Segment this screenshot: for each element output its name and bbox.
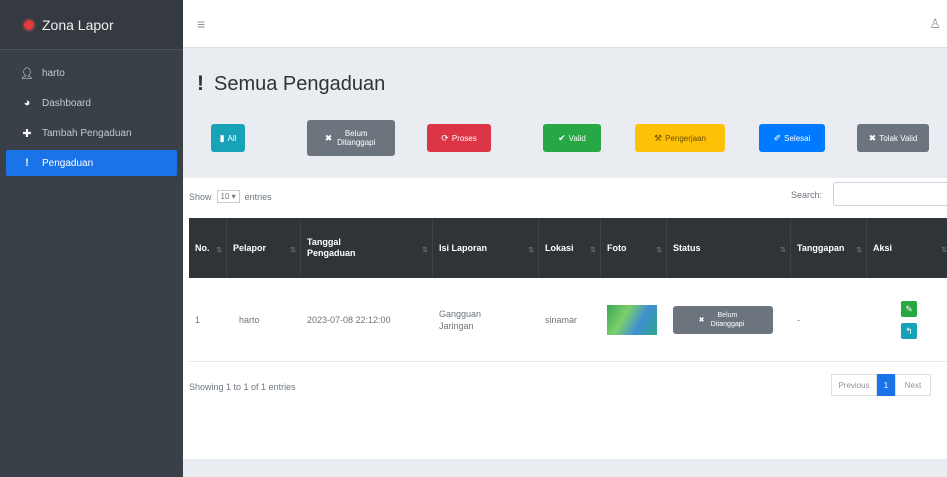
main-content: ! Semua Pengaduan ▮ All ✖ Belum Ditangga…: [183, 48, 947, 477]
sidebar-item-pengaduan[interactable]: ! Pengaduan: [6, 150, 177, 176]
cell-isi-laporan: Gangguan Jaringan: [439, 309, 482, 331]
column-header-tanggapan[interactable]: Tanggapan ⇅: [791, 218, 867, 278]
sidebar-item-user[interactable]: 👤︎ harto: [6, 60, 177, 86]
cell-status: ✖ Belum Ditanggapi: [667, 278, 791, 362]
page-title-text: Semua Pengaduan: [214, 72, 386, 95]
brand[interactable]: Zona Lapor: [0, 0, 183, 50]
pagination: Previous 1 Next: [831, 374, 931, 396]
sidebar-nav: 👤︎ harto ◕ Dashboard ✚ Tambah Pengaduan …: [0, 50, 183, 176]
column-header-aksi[interactable]: Aksi ⇅: [867, 218, 947, 278]
menu-toggle-icon[interactable]: ≡: [197, 16, 205, 32]
status-badge: ✖ Belum Ditanggapi: [673, 306, 773, 334]
exclamation-icon: !: [197, 72, 204, 95]
column-header-lokasi[interactable]: Lokasi ⇅: [539, 218, 601, 278]
pencil-icon: ✐: [773, 132, 782, 143]
table-info: Showing 1 to 1 of 1 entries: [189, 382, 296, 392]
user-menu-icon[interactable]: ♙: [929, 16, 941, 32]
cell-tanggal: 2023-07-08 22:12:00: [307, 315, 391, 325]
filter-tolak-valid-button[interactable]: ✖ Tolak Valid: [857, 124, 929, 152]
filter-belum-ditanggapi-button[interactable]: ✖ Belum Ditanggapi: [307, 120, 395, 156]
search-input[interactable]: [833, 182, 947, 206]
sidebar-item-label: Dashboard: [42, 97, 91, 109]
plus-icon: ✚: [22, 127, 32, 140]
sidebar-item-label: Pengaduan: [42, 157, 94, 169]
cell-no: 1: [195, 315, 201, 325]
pagination-next-button[interactable]: Next: [895, 374, 931, 396]
page-title: ! Semua Pengaduan: [197, 72, 385, 96]
reply-button[interactable]: ↰: [901, 323, 917, 339]
dashboard-icon: ◕: [23, 97, 31, 109]
exclamation-icon: !: [25, 157, 29, 169]
show-entries: Show 10 ▾ entries: [189, 190, 272, 203]
pagination-previous-button[interactable]: Previous: [831, 374, 877, 396]
column-header-foto[interactable]: Foto ⇅: [601, 218, 667, 278]
column-header-status[interactable]: Status ⇅: [667, 218, 791, 278]
sidebar-item-dashboard[interactable]: ◕ Dashboard: [6, 90, 177, 116]
search-label: Search:: [791, 190, 823, 200]
edit-button[interactable]: ✎: [901, 301, 917, 317]
column-header-isi-laporan[interactable]: Isi Laporan ⇅: [433, 218, 539, 278]
sidebar: Zona Lapor 👤︎ harto ◕ Dashboard ✚ Tambah…: [0, 0, 183, 477]
column-header-tanggal[interactable]: Tanggal Pengaduan ⇅: [301, 218, 433, 278]
topbar: ≡ ♙: [183, 0, 947, 48]
check-icon: ✔: [558, 132, 566, 143]
table-header: No. ⇅ Pelapor ⇅ Tanggal Pengaduan ⇅ Isi Lap…: [189, 218, 947, 278]
cell-lokasi: sinamar: [545, 315, 578, 325]
table-row: 1 harto 2023-07-08 22:12:00 Gangguan Jar…: [189, 278, 947, 362]
table-card: Show 10 ▾ entries Search: No. ⇅ Pelapor ⇅ …: [183, 178, 947, 459]
sidebar-item-tambah-pengaduan[interactable]: ✚ Tambah Pengaduan: [6, 120, 177, 146]
filter-valid-button[interactable]: ✔ Valid: [543, 124, 601, 152]
filter-proses-button[interactable]: ⟳ Proses: [427, 124, 491, 152]
file-icon: ▮: [219, 132, 225, 143]
filter-all-button[interactable]: ▮ All: [211, 124, 245, 152]
pagination-page-1-button[interactable]: 1: [877, 374, 895, 396]
user-icon: 👤︎: [20, 67, 34, 80]
cell-foto: [601, 278, 667, 362]
cell-pelapor: harto: [239, 315, 260, 325]
edit-icon: ✎: [905, 304, 913, 314]
report-photo-thumbnail[interactable]: [607, 305, 657, 335]
brand-name: Zona Lapor: [42, 16, 114, 33]
times-icon: ✖: [324, 132, 333, 143]
sidebar-item-label: Tambah Pengaduan: [42, 127, 132, 139]
cell-tanggapan: -: [797, 315, 800, 325]
entries-select[interactable]: 10 ▾: [216, 190, 240, 203]
times-icon: ✖: [868, 132, 877, 143]
filter-pengerjaan-button[interactable]: ⚒ Pengerjaan: [635, 124, 725, 152]
hammer-icon: ⚒: [654, 132, 663, 143]
column-header-no[interactable]: No. ⇅: [189, 218, 227, 278]
refresh-icon: ⟳: [441, 132, 449, 143]
times-icon: ✖: [698, 316, 705, 324]
cell-aksi: ✎ ↰: [867, 278, 947, 362]
column-header-pelapor[interactable]: Pelapor ⇅: [227, 218, 301, 278]
filter-selesai-button[interactable]: ✐ Selesai: [759, 124, 825, 152]
sidebar-item-label: harto: [42, 67, 65, 79]
reply-icon: ↰: [905, 326, 913, 336]
brand-logo-icon: [24, 19, 34, 30]
